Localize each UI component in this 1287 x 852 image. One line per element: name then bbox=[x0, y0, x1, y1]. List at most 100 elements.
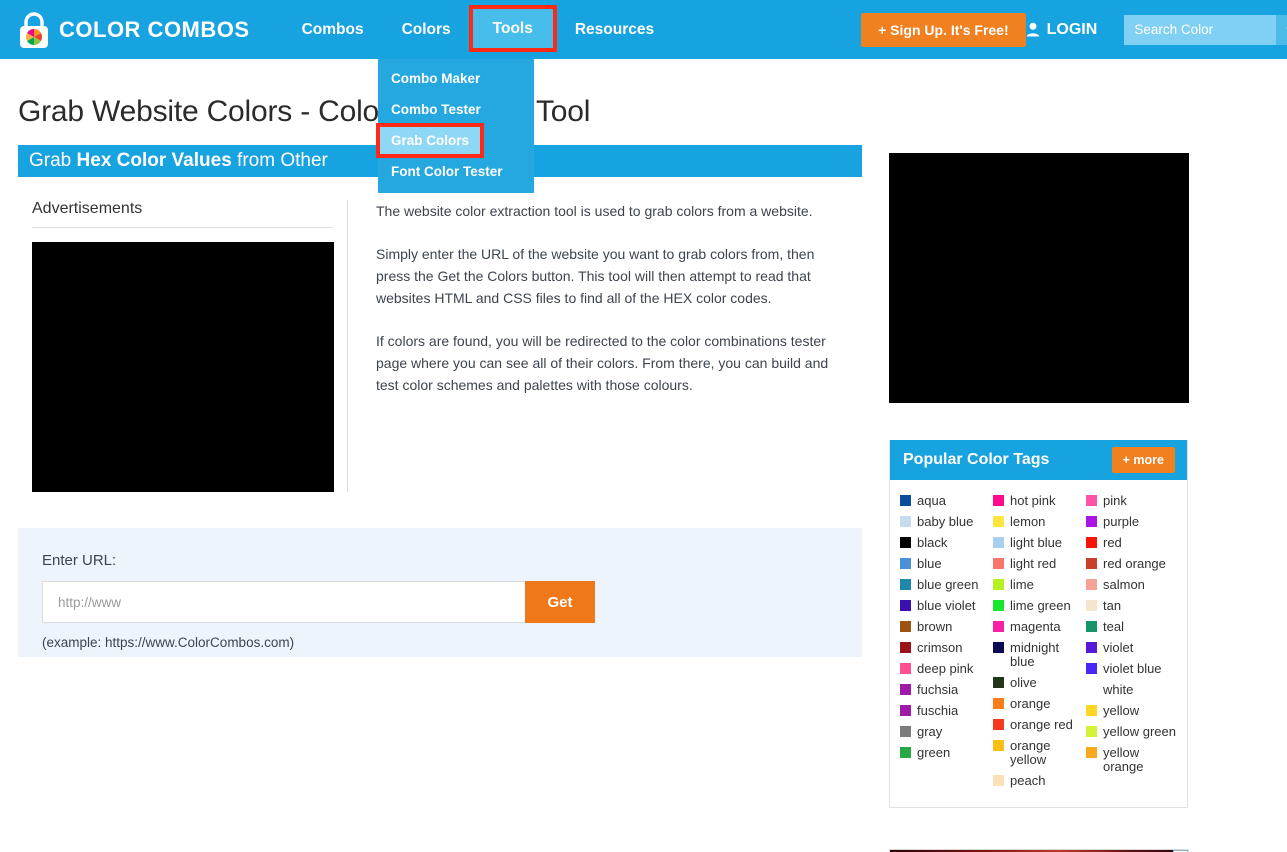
color-tag-label: baby blue bbox=[917, 514, 974, 529]
color-tag-item[interactable]: white bbox=[1086, 683, 1179, 697]
banner-prefix: Grab bbox=[29, 150, 77, 171]
color-tag-item[interactable]: red orange bbox=[1086, 557, 1179, 571]
intro-section: Advertisements The website color extract… bbox=[18, 200, 878, 492]
get-colors-button[interactable]: Get bbox=[525, 581, 595, 623]
dropdown-item-font-color-tester[interactable]: Font Color Tester bbox=[378, 156, 534, 187]
color-tag-label: orange bbox=[1010, 696, 1051, 711]
color-swatch-icon bbox=[993, 558, 1004, 569]
nav-item-combos[interactable]: Combos bbox=[283, 0, 383, 59]
color-tag-item[interactable]: brown bbox=[900, 620, 993, 634]
color-tag-label: tan bbox=[1103, 598, 1122, 613]
color-swatch-icon bbox=[993, 698, 1004, 709]
nav-item-colors[interactable]: Colors bbox=[383, 0, 470, 59]
advertisement-placeholder[interactable] bbox=[32, 242, 334, 492]
color-tag-item[interactable]: teal bbox=[1086, 620, 1179, 634]
color-tag-item[interactable]: aqua bbox=[900, 494, 993, 508]
color-tag-label: blue green bbox=[917, 577, 979, 592]
color-tag-label: yellow orange bbox=[1103, 745, 1144, 774]
color-tag-item[interactable]: purple bbox=[1086, 515, 1179, 529]
search-button[interactable] bbox=[1276, 14, 1287, 45]
color-tag-item[interactable]: light red bbox=[993, 557, 1086, 571]
user-icon bbox=[1026, 22, 1039, 37]
description-paragraph-3: If colors are found, you will be redirec… bbox=[376, 333, 829, 393]
color-tag-label: peach bbox=[1010, 773, 1046, 788]
color-tag-item[interactable]: yellow orange bbox=[1086, 746, 1179, 774]
dropdown-item-grab-colors[interactable]: Grab Colors bbox=[376, 123, 484, 158]
nav-item-resources[interactable]: Resources bbox=[556, 0, 673, 59]
description-paragraph-1: The website color extraction tool is use… bbox=[376, 203, 813, 219]
color-tag-item[interactable]: blue violet bbox=[900, 599, 993, 613]
color-swatch-icon bbox=[900, 726, 911, 737]
color-swatch-icon bbox=[900, 558, 911, 569]
sidebar-advertisement-placeholder[interactable] bbox=[889, 153, 1189, 403]
color-tag-item[interactable]: violet bbox=[1086, 641, 1179, 655]
color-tag-item[interactable]: baby blue bbox=[900, 515, 993, 529]
padlock-color-wheel-icon bbox=[20, 11, 48, 48]
color-tag-label: red orange bbox=[1103, 556, 1166, 571]
color-tag-label: lime bbox=[1010, 577, 1034, 592]
color-tag-item[interactable]: midnight blue bbox=[993, 641, 1086, 669]
color-tag-item[interactable]: yellow bbox=[1086, 704, 1179, 718]
color-swatch-icon bbox=[1086, 516, 1097, 527]
color-tag-item[interactable]: fuschia bbox=[900, 704, 993, 718]
color-tag-item[interactable]: black bbox=[900, 536, 993, 550]
color-swatch-icon bbox=[993, 719, 1004, 730]
signup-button[interactable]: + Sign Up. It's Free! bbox=[861, 12, 1026, 47]
color-tag-label: violet bbox=[1103, 640, 1134, 655]
url-input[interactable] bbox=[42, 581, 525, 623]
advertisements-column: Advertisements bbox=[18, 200, 348, 492]
color-tag-item[interactable]: magenta bbox=[993, 620, 1086, 634]
color-tag-item[interactable]: peach bbox=[993, 774, 1086, 788]
color-swatch-icon bbox=[1086, 579, 1097, 590]
tags-column-3: pink purple red red orange salmon tan teal viol… bbox=[1086, 494, 1179, 795]
tags-column-1: aqua baby blue black blue blue green blue vio… bbox=[900, 494, 993, 795]
right-sidebar: Popular Color Tags + more aqua baby blue b… bbox=[889, 59, 1189, 852]
site-logo[interactable]: COLOR COMBOS bbox=[16, 10, 250, 50]
color-tag-item[interactable]: crimson bbox=[900, 641, 993, 655]
color-tag-item[interactable]: violet blue bbox=[1086, 662, 1179, 676]
color-tag-item[interactable]: orange bbox=[993, 697, 1086, 711]
search-input[interactable] bbox=[1124, 14, 1277, 45]
color-tag-item[interactable]: yellow green bbox=[1086, 725, 1179, 739]
color-tag-item[interactable]: lime green bbox=[993, 599, 1086, 613]
color-swatch-icon bbox=[900, 600, 911, 611]
url-example-text: (example: https://www.ColorCombos.com) bbox=[42, 635, 295, 650]
color-swatch-icon bbox=[900, 537, 911, 548]
url-form-panel: Enter URL: Get (example: https://www.Col… bbox=[18, 528, 862, 657]
dropdown-item-combo-tester[interactable]: Combo Tester bbox=[378, 94, 534, 125]
color-tag-label: white bbox=[1103, 682, 1134, 697]
color-tag-item[interactable]: light blue bbox=[993, 536, 1086, 550]
color-tag-item[interactable]: orange yellow bbox=[993, 739, 1086, 767]
color-tag-item[interactable]: fuchsia bbox=[900, 683, 993, 697]
color-tag-item[interactable]: blue bbox=[900, 557, 993, 571]
color-tag-item[interactable]: blue green bbox=[900, 578, 993, 592]
dropdown-item-combo-maker[interactable]: Combo Maker bbox=[378, 63, 534, 94]
login-link[interactable]: LOGIN bbox=[1026, 21, 1097, 39]
color-tag-item[interactable]: salmon bbox=[1086, 578, 1179, 592]
description-text: The website color extraction tool is use… bbox=[348, 200, 848, 492]
color-swatch-icon bbox=[900, 516, 911, 527]
header-right: LOGIN bbox=[1026, 14, 1287, 45]
color-swatch-icon bbox=[1086, 663, 1097, 674]
color-swatch-icon bbox=[1086, 705, 1097, 716]
color-tag-item[interactable]: deep pink bbox=[900, 662, 993, 676]
color-tag-item[interactable]: hot pink bbox=[993, 494, 1086, 508]
color-tag-item[interactable]: lemon bbox=[993, 515, 1086, 529]
url-input-row: Get bbox=[42, 581, 595, 623]
color-swatch-icon bbox=[900, 684, 911, 695]
color-tag-item[interactable]: lime bbox=[993, 578, 1086, 592]
color-tag-item[interactable]: pink bbox=[1086, 494, 1179, 508]
color-tag-item[interactable]: tan bbox=[1086, 599, 1179, 613]
color-tag-item[interactable]: olive bbox=[993, 676, 1086, 690]
nav-item-tools[interactable]: Tools bbox=[468, 5, 557, 52]
color-tag-item[interactable]: red bbox=[1086, 536, 1179, 550]
color-swatch-icon bbox=[1086, 600, 1097, 611]
color-swatch-icon bbox=[1086, 684, 1097, 695]
color-tag-item[interactable]: green bbox=[900, 746, 993, 760]
color-tag-label: light red bbox=[1010, 556, 1057, 571]
color-tag-item[interactable]: gray bbox=[900, 725, 993, 739]
color-tag-item[interactable]: orange red bbox=[993, 718, 1086, 732]
color-tag-label: purple bbox=[1103, 514, 1140, 529]
more-tags-button[interactable]: + more bbox=[1111, 447, 1175, 473]
color-tag-label: red bbox=[1103, 535, 1122, 550]
